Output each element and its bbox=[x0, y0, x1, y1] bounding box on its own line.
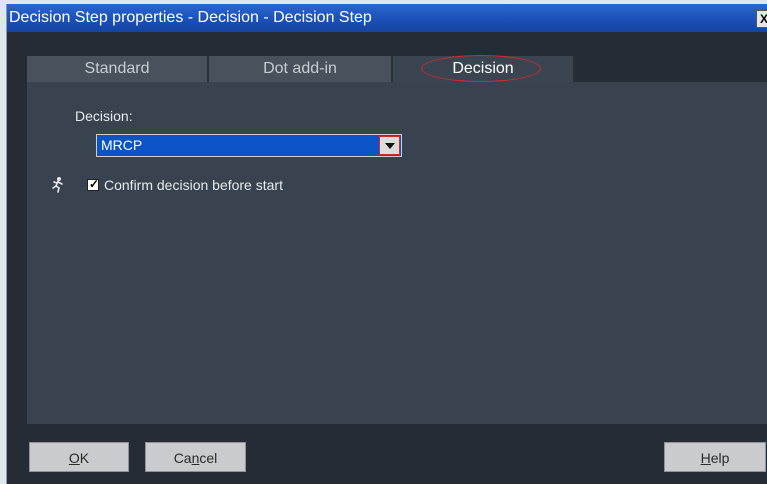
decision-panel: Decision: MRCP ✓ Confirm decision before… bbox=[27, 82, 767, 424]
btn-mnemonic: H bbox=[700, 450, 711, 466]
btn-text: elp bbox=[710, 450, 730, 466]
btn-mnemonic: O bbox=[68, 450, 80, 466]
dropdown-button[interactable] bbox=[379, 136, 400, 155]
button-bar: OK Cancel Help bbox=[7, 424, 767, 484]
btn-text: K bbox=[79, 450, 90, 466]
help-button[interactable]: Help bbox=[664, 442, 766, 472]
dialog-window: Decision Step properties - Decision - De… bbox=[6, 4, 767, 484]
btn-text: cel bbox=[199, 450, 218, 466]
decision-select[interactable]: MRCP bbox=[96, 134, 402, 157]
cancel-button[interactable]: Cancel bbox=[145, 442, 246, 472]
close-button[interactable]: X bbox=[756, 10, 767, 28]
tab-dot-add-in[interactable]: Dot add-in bbox=[209, 56, 393, 82]
tab-decision[interactable]: Decision bbox=[393, 55, 575, 82]
tab-label: Dot add-in bbox=[263, 60, 337, 77]
confirm-checkbox[interactable]: ✓ bbox=[87, 177, 100, 191]
tab-standard[interactable]: Standard bbox=[27, 56, 209, 82]
decision-selected-value: MRCP bbox=[101, 137, 143, 153]
runner-icon bbox=[52, 177, 63, 193]
chevron-down-icon bbox=[385, 143, 395, 149]
window-title: Decision Step properties - Decision - De… bbox=[9, 9, 372, 26]
decision-label: Decision: bbox=[75, 108, 133, 124]
annotation-oval bbox=[421, 55, 541, 82]
tab-label: Standard bbox=[84, 60, 150, 77]
title-bar[interactable]: Decision Step properties - Decision - De… bbox=[7, 4, 767, 32]
ok-button[interactable]: OK bbox=[29, 442, 129, 472]
tab-strip: Standard Dot add-in Decision bbox=[27, 55, 767, 82]
btn-text: Ca bbox=[173, 450, 192, 466]
confirm-label: Confirm decision before start bbox=[104, 177, 283, 193]
check-icon: ✓ bbox=[89, 177, 100, 191]
close-icon: X bbox=[759, 12, 767, 26]
